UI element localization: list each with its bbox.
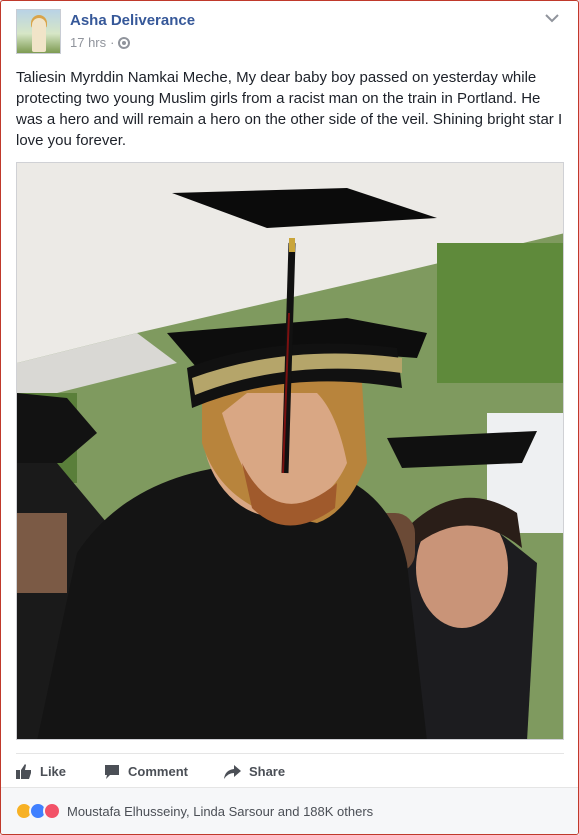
avatar[interactable] bbox=[16, 9, 61, 54]
action-bar: Like Comment Share bbox=[16, 753, 564, 789]
post-header: Asha Deliverance 17 hrs · bbox=[16, 9, 564, 57]
share-button[interactable]: Share bbox=[223, 754, 286, 790]
post-meta: 17 hrs · bbox=[70, 35, 131, 50]
post-text: Taliesin Myrddin Namkai Meche, My dear b… bbox=[16, 69, 563, 149]
share-icon bbox=[223, 764, 241, 779]
avatar-figure bbox=[32, 18, 46, 52]
comment-label: Comment bbox=[128, 764, 188, 779]
thumbs-up-icon bbox=[16, 763, 31, 779]
post-photo[interactable] bbox=[16, 162, 564, 740]
like-label: Like bbox=[40, 764, 67, 779]
facebook-post-card: Asha Deliverance 17 hrs · Taliesin Myrdd… bbox=[0, 0, 579, 835]
globe-icon bbox=[118, 36, 131, 49]
comment-button[interactable]: Comment bbox=[104, 754, 188, 790]
meta-separator: · bbox=[110, 35, 115, 50]
author-name[interactable]: Asha Deliverance bbox=[70, 12, 195, 29]
reaction-icons bbox=[15, 802, 61, 820]
graduation-photo-illustration bbox=[17, 163, 563, 739]
share-label: Share bbox=[248, 764, 286, 779]
comment-icon bbox=[105, 764, 120, 779]
reaction-summary[interactable]: Moustafa Elhusseiny, Linda Sarsour and 1… bbox=[67, 804, 373, 819]
chevron-down-icon[interactable] bbox=[545, 13, 559, 23]
reactions-bar[interactable]: Moustafa Elhusseiny, Linda Sarsour and 1… bbox=[1, 787, 578, 834]
like-button[interactable]: Like bbox=[16, 754, 66, 790]
love-icon bbox=[43, 802, 61, 820]
post-time[interactable]: 17 hrs bbox=[70, 35, 106, 50]
